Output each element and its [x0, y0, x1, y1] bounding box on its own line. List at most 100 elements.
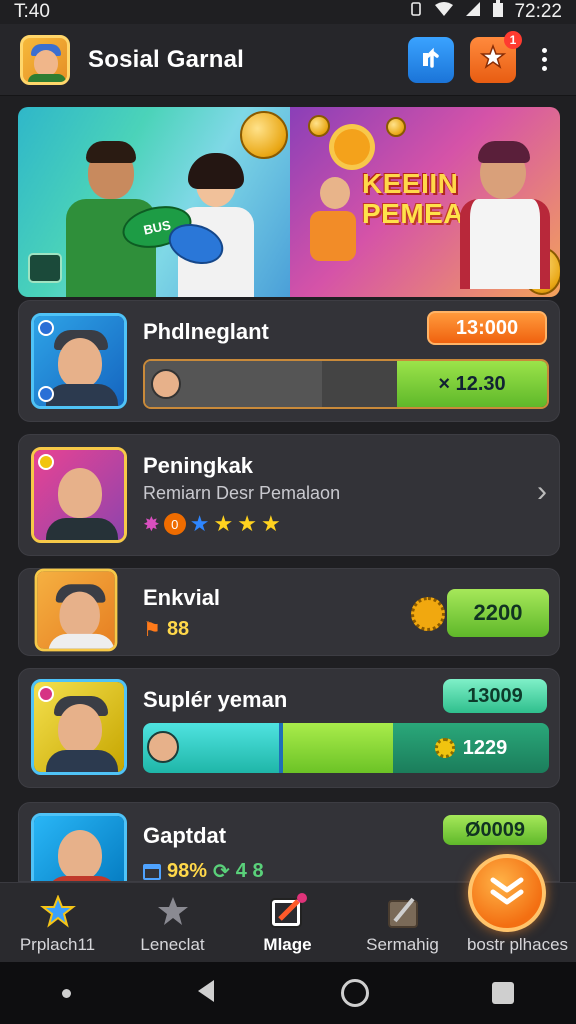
- nav-label: bostr plhaces: [466, 935, 569, 954]
- star-icon: [153, 893, 193, 931]
- gem-icon: ✸: [143, 513, 160, 536]
- score-pill: 13009: [443, 679, 547, 713]
- boost-fab-button[interactable]: [468, 854, 546, 932]
- runner-illustration: [310, 177, 360, 287]
- gear-icon: [434, 738, 455, 758]
- back-icon[interactable]: [194, 978, 218, 1009]
- player-stat-card[interactable]: Enkvial ⚑ 88 2200: [18, 568, 560, 656]
- status-clock: 72:22: [514, 1, 562, 22]
- battery-icon: [492, 0, 504, 24]
- leaderboard-card[interactable]: Phdlneglant 13:000 × 12.30: [18, 300, 560, 422]
- chevron-right-icon[interactable]: ›: [537, 475, 547, 509]
- progress-segment-teal: [143, 723, 279, 773]
- team-progress-card[interactable]: Suplér yeman 13009 1229: [18, 668, 560, 788]
- promo-banner[interactable]: BUS KEEIIN PEMEAS: [18, 107, 560, 297]
- card-title: Peningkak: [143, 453, 254, 478]
- star-badge-icon: [479, 43, 507, 76]
- app-logo[interactable]: [20, 34, 70, 85]
- reward-pill[interactable]: 2200: [447, 589, 549, 637]
- share-button[interactable]: [408, 36, 454, 83]
- star-icon: ★: [189, 511, 210, 536]
- status-bar: T:40 72:22: [0, 0, 576, 24]
- more-menu-button[interactable]: [532, 48, 556, 71]
- featured-player-card[interactable]: Peningkak Remiarn Desr Pemalaon ✸ 0 ★ ★ …: [18, 434, 560, 556]
- tag-badge-icon: [38, 686, 54, 702]
- card-title: Enkvial: [143, 585, 221, 610]
- status-time: T:40: [14, 1, 50, 22]
- sun-mascot-icon: [334, 129, 370, 165]
- notification-badge: 1: [504, 30, 522, 49]
- coin-badge-icon: [38, 454, 54, 470]
- progress-fill: [145, 361, 322, 407]
- trophy-star-icon: [38, 893, 78, 931]
- signal-icon: [464, 1, 482, 23]
- coin-icon: [386, 117, 406, 137]
- edit-card-icon: [268, 893, 308, 931]
- gear-coin-icon: [411, 597, 445, 631]
- flag-icon: ⚑: [143, 619, 161, 641]
- recents-icon[interactable]: [492, 982, 515, 1004]
- stat-badge: 0: [163, 513, 186, 535]
- star-icon: ★: [237, 511, 257, 536]
- coin-icon: [240, 111, 288, 159]
- nav-item-leaderboard[interactable]: Leneclat: [115, 883, 230, 963]
- tools-box-icon: [383, 893, 423, 931]
- mini-avatar-icon: [147, 731, 179, 763]
- banner-left-artwork: BUS: [18, 107, 290, 297]
- player-avatar: [31, 679, 127, 775]
- coin-icon: [308, 115, 330, 137]
- mini-avatar-icon: [151, 369, 181, 399]
- app-header: Sosial Garnal 1: [0, 24, 576, 96]
- kebab-dot-icon: [541, 57, 547, 62]
- progress-segment-green: [283, 723, 393, 773]
- stat-value: 88: [166, 618, 190, 640]
- kebab-dot-icon: [541, 48, 547, 53]
- stat-row: 98% ⟳ 4 8: [143, 859, 264, 882]
- level-badge-icon: [38, 386, 54, 402]
- vibrate-icon: [408, 1, 424, 23]
- card-title: Phdlneglant: [143, 319, 269, 344]
- score-pill: Ø0009: [443, 815, 547, 845]
- system-navigation-bar: [0, 962, 576, 1024]
- nav-label: Sermahig: [366, 935, 439, 954]
- multiplier-value: × 12.30: [397, 361, 547, 407]
- player-avatar: [31, 447, 127, 543]
- stat-percent: 98%: [167, 860, 208, 882]
- achievements-button[interactable]: 1: [470, 30, 522, 83]
- nav-item-home[interactable]: Prplach11: [0, 883, 115, 963]
- share-icon: [418, 44, 444, 75]
- status-icons: 72:22: [408, 0, 562, 24]
- nav-label: Mlage: [263, 935, 312, 954]
- progress-value-text: 1229: [462, 736, 508, 759]
- refresh-icon: ⟳: [213, 861, 230, 882]
- player-avatar: [34, 568, 118, 652]
- double-chevron-down-icon: [487, 874, 527, 913]
- app-title: Sosial Garnal: [88, 45, 244, 73]
- nav-label: Leneclat: [140, 935, 205, 954]
- progress-bar: × 12.30: [143, 359, 549, 409]
- star-icon: ★: [260, 511, 281, 536]
- player-avatar: [31, 813, 127, 881]
- calendar-icon: [143, 863, 161, 880]
- nav-label: Prplach11: [19, 935, 96, 954]
- home-icon[interactable]: [341, 979, 370, 1007]
- card-title: Gaptdat: [143, 823, 227, 848]
- nav-item-search[interactable]: Sermahig: [345, 883, 460, 963]
- card-subtitle: Remiarn Desr Pemalaon: [143, 483, 341, 503]
- stat-row: ⚑ 88: [143, 617, 189, 642]
- star-icon: ★: [213, 511, 234, 536]
- header-actions: 1: [408, 30, 556, 83]
- banner-right-artwork: KEEIIN PEMEAS: [290, 107, 560, 297]
- progress-value: 1229: [393, 723, 549, 773]
- card-title: Suplér yeman: [143, 687, 288, 712]
- dot-icon: [61, 988, 71, 998]
- player-avatar: [31, 313, 127, 409]
- nav-item-messages[interactable]: Mlage: [230, 883, 345, 963]
- stat-value: 4 8: [235, 860, 264, 882]
- kebab-dot-icon: [541, 66, 547, 71]
- score-pill: 13:000: [427, 311, 547, 345]
- wifi-icon: [434, 1, 454, 23]
- cheering-player-illustration: [460, 141, 550, 297]
- rank-badge-icon: [38, 320, 54, 336]
- progress-track: [321, 361, 397, 407]
